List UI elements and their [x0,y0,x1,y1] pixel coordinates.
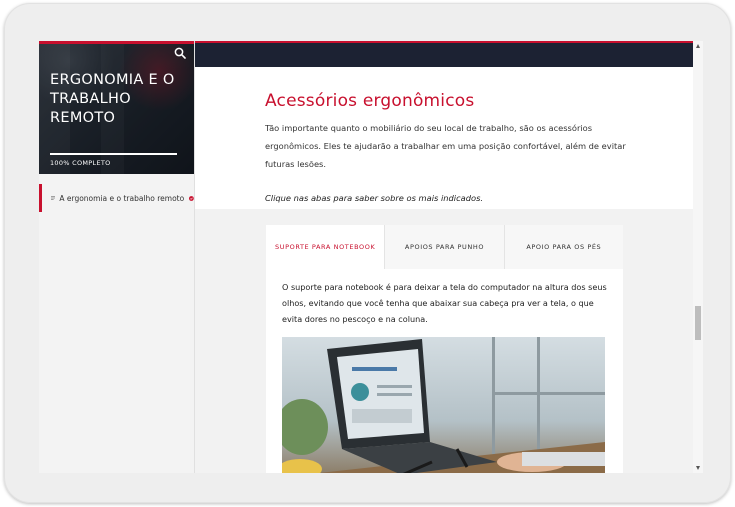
course-title: ERGONOMIA E O TRABALHO REMOTO [50,72,175,126]
lesson-heading: Acessórios ergonômicos [265,91,475,111]
top-bar [195,41,693,67]
tab-apoio-pes[interactable]: APOIO PARA OS PÉS [505,225,623,269]
search-icon[interactable] [174,47,186,59]
lesson-content: Acessórios ergonômicos Tão importante qu… [195,41,693,473]
course-hero: ERGONOMIA E O TRABALHO REMOTO 100% COMPL… [39,41,194,174]
laptop-stand-illustration [282,337,605,473]
tabs-hint: Clique nas abas para saber sobre os mais… [265,193,484,203]
tab-apoios-punho[interactable]: APOIOS PARA PUNHO [385,225,505,269]
tab-bar: SUPORTE PARA NOTEBOOK APOIOS PARA PUNHO … [266,225,623,269]
check-circle-icon [189,195,194,201]
tab-suporte-notebook[interactable]: SUPORTE PARA NOTEBOOK [266,225,386,269]
scroll-thumb[interactable] [695,306,701,340]
sidebar-item-lesson[interactable]: A ergonomia e o trabalho remoto [39,184,194,212]
panel-text: O suporte para notebook é para deixar a … [282,282,607,324]
tabs-block: SUPORTE PARA NOTEBOOK APOIOS PARA PUNHO … [195,209,693,473]
intro-text: Tão importante quanto o mobiliário do se… [265,123,626,169]
screen: ERGONOMIA E O TRABALHO REMOTO 100% COMPL… [39,41,703,473]
accent-bar [39,41,194,44]
progress-fill [50,153,177,155]
sidebar-item-label: A ergonomia e o trabalho remoto [59,193,185,203]
progress-bar [50,153,177,155]
progress-label: 100% COMPLETO [50,159,111,167]
laptop-stand-photo [282,337,605,473]
scroll-down-arrow-icon[interactable] [696,466,700,470]
tablet-frame: ERGONOMIA E O TRABALHO REMOTO 100% COMPL… [4,3,731,503]
scrollbar[interactable] [693,41,703,473]
scroll-up-arrow-icon[interactable] [696,44,700,48]
menu-lines-icon [51,196,56,200]
tab-panel: O suporte para notebook é para deixar a … [266,269,623,473]
sidebar: ERGONOMIA E O TRABALHO REMOTO 100% COMPL… [39,41,195,473]
